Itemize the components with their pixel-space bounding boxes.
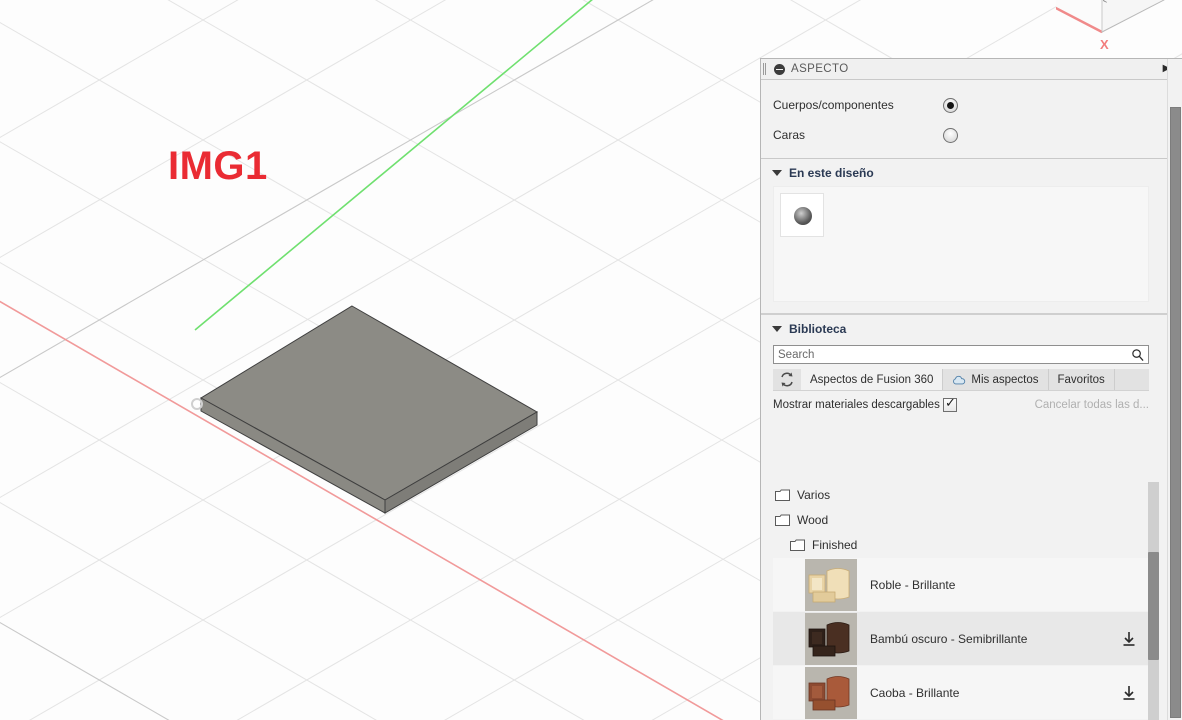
scope-option-faces-label: Caras [773,128,806,142]
refresh-icon[interactable] [773,369,801,390]
panel-header: ASPECTO ▶▶ [761,59,1182,80]
tree-folder-finished[interactable]: Finished [773,532,1159,557]
panel-scrollbar[interactable] [1167,59,1182,720]
folder-icon [775,489,790,501]
minus-circle-icon[interactable] [774,63,785,75]
tab-favoritos[interactable]: Favoritos [1049,369,1115,390]
tree-folder-finished-label: Finished [812,537,858,552]
search-box[interactable] [773,345,1149,364]
tab-aspectos-fusion360-label: Aspectos de Fusion 360 [810,373,934,386]
panel-scrollbar-thumb[interactable] [1170,107,1181,718]
chevron-down-icon[interactable] [772,170,782,176]
download-icon[interactable] [1121,631,1137,647]
material-row-caoba-brillante[interactable]: Caoba - Brillante [773,666,1159,719]
tree-folder-wood[interactable]: Wood [773,507,1159,532]
material-swatch[interactable] [780,193,824,237]
aspecto-panel: ASPECTO ▶▶ Cuerpos/componentes Caras En … [760,58,1182,720]
material-list-scrollbar[interactable] [1148,482,1159,720]
material-tree[interactable]: Varios Wood Finished Roble - Brillante B… [773,482,1159,720]
tree-folder-varios-label: Varios [797,487,831,502]
material-name-caoba-brillante: Caoba - Brillante [870,685,960,700]
cancel-all-downloads-button[interactable]: Cancelar todas las d... [1035,399,1149,411]
show-downloadable-label: Mostrar materiales descargables [773,399,940,411]
material-thumbnail-mahogany [805,666,857,719]
search-input[interactable] [778,348,1131,361]
library-label: Biblioteca [789,322,847,336]
tree-folder-wood-label: Wood [797,512,829,527]
cloud-icon [953,375,966,384]
tree-folder-varios[interactable]: Varios [773,482,1159,507]
folder-icon-2 [775,514,790,526]
radio-faces[interactable] [943,127,958,143]
material-name-roble-brillante: Roble - Brillante [870,577,956,592]
in-design-swatch-area[interactable] [773,186,1149,302]
material-thumbnail-oak-light [805,558,857,611]
panel-body: Cuerpos/componentes Caras En este diseño [761,80,1182,720]
material-row-bambu-oscuro[interactable]: Bambú oscuro - Semibrillante [773,612,1159,665]
material-row-roble-brillante[interactable]: Roble - Brillante [773,558,1159,611]
image-watermark: IMG1 [168,144,268,188]
in-design-label: En este diseño [789,166,874,180]
radio-bodies[interactable] [943,97,958,113]
tab-mis-aspectos-label: Mis aspectos [971,373,1039,386]
material-name-bambu-oscuro: Bambú oscuro - Semibrillante [870,631,1028,646]
library-section-header[interactable]: Biblioteca [761,315,1167,342]
viewcube-axis-x-label: X [1100,37,1109,52]
in-design-section-header[interactable]: En este diseño [761,159,1167,186]
scope-radio-group: Cuerpos/componentes Caras [761,80,1167,156]
show-downloadable-checkbox[interactable] [943,396,957,412]
scope-option-faces[interactable]: Caras [761,120,1167,150]
panel-title: ASPECTO [791,63,849,75]
library-tabs: Aspectos de Fusion 360 Mis aspectos Favo… [773,369,1149,391]
tab-mis-aspectos[interactable]: Mis aspectos [943,369,1049,390]
material-thumbnail-bamboo-dark [805,612,857,665]
scope-option-bodies[interactable]: Cuerpos/componentes [761,90,1167,120]
folder-icon-3 [790,539,805,551]
panel-grip-handle[interactable] [763,63,768,75]
tab-favoritos-label: Favoritos [1057,373,1105,386]
material-list-scrollbar-thumb[interactable] [1148,552,1159,660]
download-icon-2[interactable] [1121,685,1137,701]
scope-option-bodies-label: Cuerpos/componentes [773,98,894,112]
tab-aspectos-fusion360[interactable]: Aspectos de Fusion 360 [801,369,944,390]
chevron-down-icon-2[interactable] [772,326,782,332]
show-downloadable-row: Mostrar materiales descargables Cancelar… [773,391,1149,419]
search-icon[interactable] [1131,348,1144,361]
